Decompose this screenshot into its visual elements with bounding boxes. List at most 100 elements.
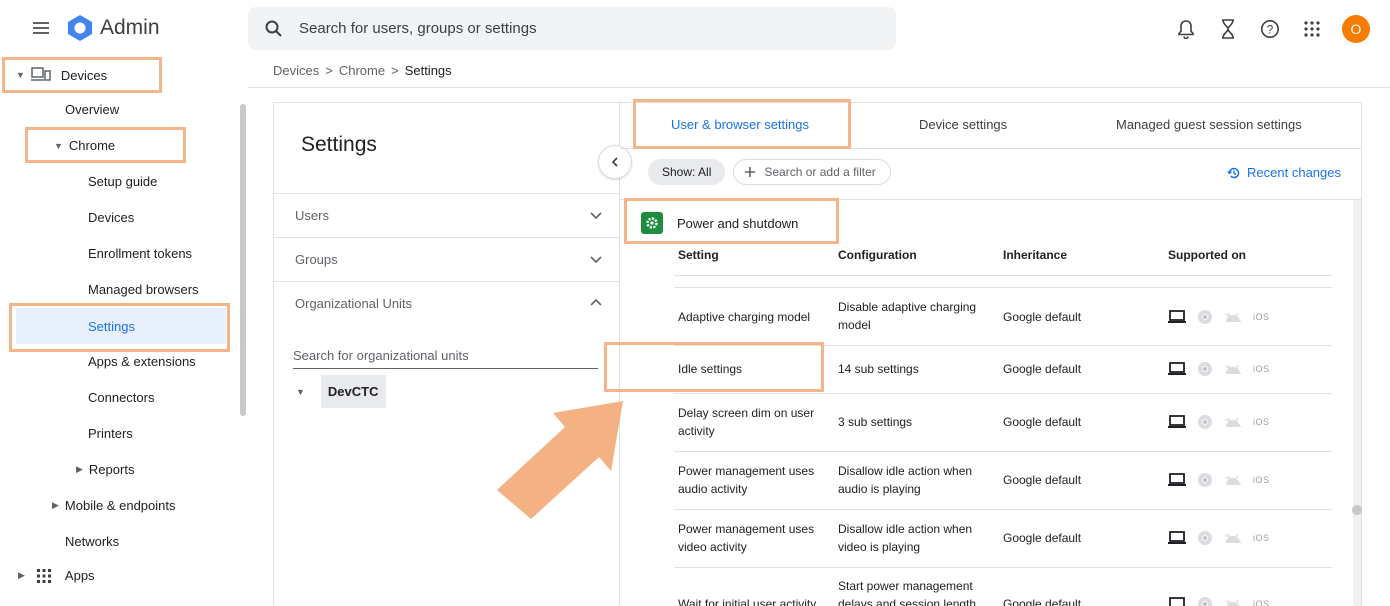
column-header-configuration: Configuration xyxy=(838,248,917,262)
sidebar-scrollbar[interactable] xyxy=(240,104,246,416)
sidebar: ▼ Devices Overview ▼ Chrome Setup guide … xyxy=(0,58,240,606)
setting-config: Disallow idle action when video is playi… xyxy=(838,522,973,554)
laptop-icon xyxy=(1169,597,1185,606)
laptop-icon xyxy=(1168,531,1186,544)
tab-managed-guest-session-settings[interactable]: Managed guest session settings xyxy=(1116,117,1302,132)
setting-name: Power management uses video activity xyxy=(678,522,815,554)
sidebar-item-label: Settings xyxy=(88,318,135,334)
ou-devctc[interactable]: DevCTC xyxy=(320,375,386,408)
caret-right-icon: ▶ xyxy=(18,570,25,580)
sidebar-item-enrollment-tokens[interactable]: Enrollment tokens xyxy=(88,246,192,261)
table-row[interactable]: Power management uses audio activity Dis… xyxy=(674,451,1332,509)
chrome-icon xyxy=(1198,597,1212,606)
filter-divider xyxy=(620,199,1362,200)
supported-platforms: iOS xyxy=(1168,413,1270,431)
setting-name: Wait for initial user activity xyxy=(678,597,817,606)
breadcrumb-separator: > xyxy=(391,63,399,78)
avatar[interactable]: O xyxy=(1342,15,1370,43)
sidebar-item-apps-extensions[interactable]: Apps & extensions xyxy=(88,354,196,369)
sidebar-item-settings[interactable]: Settings xyxy=(16,308,226,344)
sidebar-item-chrome-devices[interactable]: Devices xyxy=(88,210,134,225)
table-row[interactable]: Delay screen dim on user activity 3 sub … xyxy=(674,393,1332,451)
laptop-icon xyxy=(1168,415,1186,428)
sidebar-item-connectors[interactable]: Connectors xyxy=(88,390,154,405)
accordion-users[interactable]: Users xyxy=(274,193,619,237)
sidebar-item-label: Enrollment tokens xyxy=(88,246,193,261)
accordion-label: Organizational Units xyxy=(295,296,413,311)
table-row[interactable]: Idle settings 14 sub settings Google def… xyxy=(674,345,1332,393)
search-icon xyxy=(265,20,282,37)
plus-icon xyxy=(745,167,756,177)
table-row[interactable]: Adaptive charging model Disable adaptive… xyxy=(674,287,1332,345)
show-all-filter-chip[interactable]: Show: All xyxy=(648,159,726,185)
caret-right-icon: ▶ xyxy=(52,500,59,510)
breadcrumb-devices[interactable]: Devices xyxy=(273,63,319,78)
sidebar-item-label: Apps & extensions xyxy=(88,354,196,369)
svg-text:?: ? xyxy=(1267,23,1274,37)
laptop-icon xyxy=(1168,362,1186,375)
sidebar-item-apps[interactable]: ▶ Apps xyxy=(18,568,95,583)
sidebar-item-printers[interactable]: Printers xyxy=(88,426,133,441)
sidebar-item-chrome[interactable]: ▼ Chrome xyxy=(54,138,115,153)
setting-inheritance: Google default xyxy=(1003,362,1082,376)
android-icon xyxy=(1224,475,1242,486)
setting-config: 14 sub settings xyxy=(838,362,919,376)
ou-search-input[interactable]: Search for organizational units xyxy=(293,343,598,369)
accordion-groups[interactable]: Groups xyxy=(274,237,619,281)
setting-name: Adaptive charging model xyxy=(678,310,811,324)
recent-changes-link[interactable]: Recent changes xyxy=(1227,165,1341,180)
chrome-icon xyxy=(1198,362,1212,376)
sidebar-item-managed-browsers[interactable]: Managed browsers xyxy=(88,282,199,297)
devices-icon xyxy=(30,67,51,81)
sidebar-item-reports[interactable]: ▶ Reports xyxy=(76,462,134,477)
sidebar-item-label: Connectors xyxy=(88,390,155,405)
sidebar-item-label: Setup guide xyxy=(88,174,158,189)
sidebar-item-label: Networks xyxy=(65,534,120,549)
section-title: Power and shutdown xyxy=(677,215,799,231)
apps-grid-icon[interactable] xyxy=(1300,17,1324,41)
caret-down-icon[interactable]: ▼ xyxy=(296,387,305,397)
admin-logo[interactable]: Admin xyxy=(66,14,160,42)
bell-icon[interactable] xyxy=(1174,17,1198,41)
search-bar[interactable]: Search for users, groups or settings xyxy=(248,7,896,50)
tab-user-browser-settings[interactable]: User & browser settings xyxy=(671,117,809,132)
recent-changes-label: Recent changes xyxy=(1247,165,1341,180)
ios-label: iOS xyxy=(1253,312,1270,322)
content-scrollbar-thumb[interactable] xyxy=(1352,505,1362,515)
ios-label: iOS xyxy=(1253,533,1270,543)
content-scrollbar-track[interactable] xyxy=(1353,200,1361,606)
sidebar-item-label: Apps xyxy=(64,568,95,583)
help-icon[interactable]: ? xyxy=(1258,17,1282,41)
table-row[interactable]: Wait for initial user activity Start pow… xyxy=(674,567,1332,606)
tab-device-settings[interactable]: Device settings xyxy=(919,117,1007,132)
settings-tabs: User & browser settings Device settings … xyxy=(620,103,1362,149)
ou-tree-root[interactable]: ▼ DevCTC xyxy=(296,375,386,408)
accordion-label: Groups xyxy=(295,252,338,267)
setting-config: Disable adaptive charging model xyxy=(838,300,977,332)
setting-config: Start power management delays and sessio… xyxy=(838,579,977,606)
sidebar-item-label: Overview xyxy=(65,102,120,117)
caret-down-icon: ▼ xyxy=(54,140,63,151)
setting-inheritance: Google default xyxy=(1003,597,1082,606)
hourglass-icon[interactable] xyxy=(1216,17,1240,41)
sidebar-item-label: Managed browsers xyxy=(88,282,199,297)
sidebar-item-overview[interactable]: Overview xyxy=(65,102,119,117)
table-header-divider xyxy=(674,275,1332,276)
chevron-down-icon xyxy=(590,256,602,264)
sidebar-item-setup-guide[interactable]: Setup guide xyxy=(88,174,157,189)
accordion-organizational-units[interactable]: Organizational Units xyxy=(274,281,619,325)
supported-platforms: iOS xyxy=(1168,471,1270,489)
breadcrumb-chrome[interactable]: Chrome xyxy=(339,63,385,78)
column-header-inheritance: Inheritance xyxy=(1003,248,1068,262)
sidebar-item-networks[interactable]: Networks xyxy=(65,534,119,549)
menu-icon[interactable] xyxy=(30,17,52,39)
android-icon xyxy=(1224,533,1242,544)
chrome-icon xyxy=(1198,310,1212,324)
settings-panel-title: Settings xyxy=(301,133,377,156)
supported-platforms: iOS xyxy=(1168,308,1270,326)
add-filter-chip[interactable]: Search or add a filter xyxy=(733,159,891,185)
section-power-and-shutdown: Power and shutdown xyxy=(641,212,798,234)
sidebar-item-mobile-endpoints[interactable]: ▶ Mobile & endpoints xyxy=(52,498,176,513)
sidebar-item-devices[interactable]: ▼ Devices xyxy=(16,66,107,84)
table-row[interactable]: Power management uses video activity Dis… xyxy=(674,509,1332,567)
